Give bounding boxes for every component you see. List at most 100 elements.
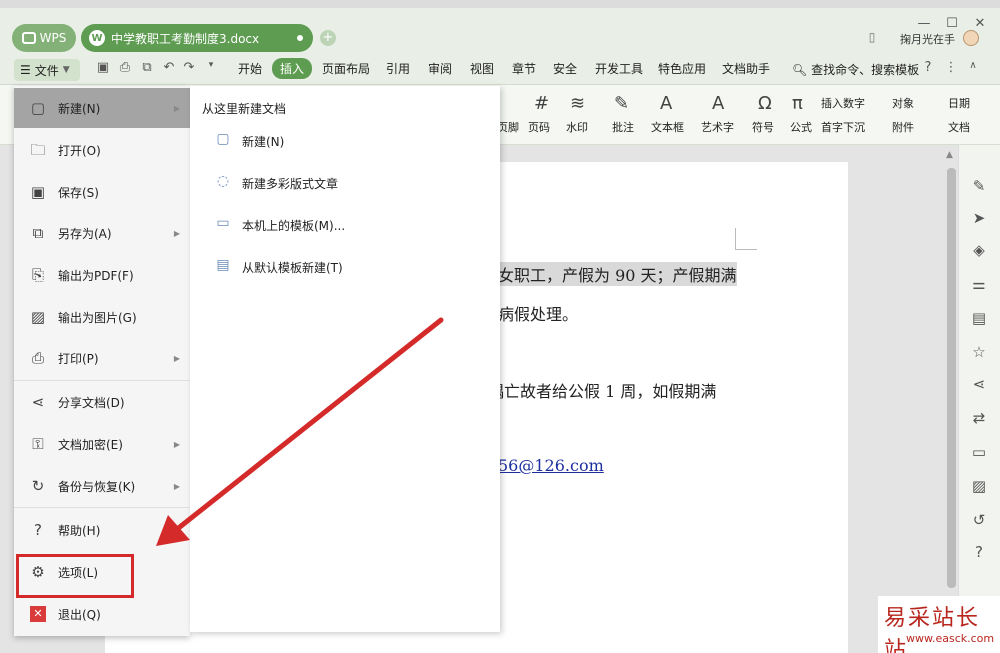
archive-icon[interactable]: ▭ <box>969 443 989 463</box>
document-tab[interactable]: W 中学教职工考勤制度3.docx <box>81 24 313 52</box>
attachment-button[interactable]: 附件 <box>892 119 914 135</box>
doc-text-line[interactable]: 偶亡故者给公假 1 周，如假期满 <box>488 378 716 402</box>
tab-references[interactable]: 引用 <box>386 60 410 77</box>
email-link[interactable]: 56@126.com <box>498 456 604 475</box>
tab-developer[interactable]: 开发工具 <box>595 60 643 77</box>
share-side-icon[interactable]: ⋖ <box>969 375 989 395</box>
unsaved-dot-icon[interactable] <box>297 35 303 41</box>
print-quick-icon[interactable]: ⎙ <box>116 60 134 78</box>
select-cursor-icon[interactable]: ➤ <box>969 209 989 229</box>
share-icon: ⋖ <box>31 393 45 411</box>
image-icon: ▨ <box>30 308 46 326</box>
star-icon[interactable]: ☆ <box>969 343 989 363</box>
file-menu-button[interactable]: ☰ 文件 ▼ <box>14 59 80 81</box>
menu-item-encrypt[interactable]: ⚿ 文档加密(E) ▶ <box>14 424 190 464</box>
submenu-item-local-templates[interactable]: ▭ 本机上的模板(M)... <box>214 210 345 240</box>
menu-item-label: 另存为(A) <box>58 226 112 241</box>
menu-item-share[interactable]: ⋖ 分享文档(D) <box>14 382 190 422</box>
symbol-icon: Ω <box>758 93 772 114</box>
print-preview-icon[interactable]: ⧉ <box>138 60 156 78</box>
comment-button[interactable]: 批注 <box>612 119 634 135</box>
tab-features[interactable]: 特色应用 <box>658 60 706 77</box>
menu-item-label: 保存(S) <box>58 185 99 200</box>
tab-home[interactable]: 开始 <box>238 60 262 77</box>
gallery-icon[interactable]: ▤ <box>969 309 989 329</box>
menu-item-export-image[interactable]: ▨ 输出为图片(G) <box>14 297 190 337</box>
footer-button[interactable]: 页脚 <box>497 119 519 135</box>
help-side-icon[interactable]: ? <box>969 543 989 563</box>
menu-item-export-pdf[interactable]: ⎘ 输出为PDF(F) <box>14 255 190 295</box>
more-icon[interactable]: ⋮ <box>942 60 960 78</box>
insert-number-button[interactable]: 插入数字 <box>821 95 865 111</box>
tab-insert[interactable]: 插入 <box>272 58 313 79</box>
date-button[interactable]: 日期 <box>948 95 970 111</box>
collapse-ribbon-icon[interactable]: ∧ <box>964 60 982 78</box>
background-window-strip <box>0 0 1000 8</box>
watermark-icon: ≋ <box>570 93 586 114</box>
formula-button[interactable]: 公式 <box>790 119 812 135</box>
page-number-button[interactable]: 页码 <box>528 119 550 135</box>
menu-divider <box>14 380 190 381</box>
object-button[interactable]: 对象 <box>892 95 914 111</box>
adjust-sliders-icon[interactable]: ⚌ <box>969 275 989 295</box>
picture-icon[interactable]: ▨ <box>969 477 989 497</box>
scrollbar-thumb[interactable] <box>947 168 956 588</box>
doc-text-line[interactable]: 女职工，产假为 90 天；产假期满 <box>498 262 737 286</box>
tab-page-layout[interactable]: 页面布局 <box>322 60 370 77</box>
vertical-scrollbar[interactable]: ▲ <box>944 150 958 653</box>
add-tab-button[interactable]: + <box>320 30 336 46</box>
tab-chapter[interactable]: 章节 <box>512 60 536 77</box>
wps-logo-icon <box>21 32 36 44</box>
tab-review[interactable]: 审阅 <box>428 60 452 77</box>
wps-home-tab[interactable]: WPS <box>12 24 76 52</box>
margin-corner-mark <box>735 228 757 250</box>
symbol-button[interactable]: 符号 <box>752 119 774 135</box>
tab-security[interactable]: 安全 <box>553 60 577 77</box>
menu-item-new[interactable]: ▢ 新建(N) ▶ <box>14 88 190 128</box>
user-name[interactable]: 掬月光在手 <box>900 31 955 47</box>
blank-document-icon: ▢ <box>216 131 230 147</box>
help-icon[interactable]: ? <box>919 60 937 78</box>
monitor-template-icon: ▭ <box>216 215 230 231</box>
wordart-button[interactable]: 艺术字 <box>701 119 734 135</box>
menu-item-backup[interactable]: ↻ 备份与恢复(K) ▶ <box>14 466 190 506</box>
undo-icon[interactable]: ↶ <box>160 60 178 78</box>
wordart-icon: A <box>712 93 725 114</box>
site-watermark: 易采站长站 www.easck.com <box>878 596 1000 653</box>
document-part-button[interactable]: 文档 <box>948 119 970 135</box>
submenu-item-new-article[interactable]: ◌ 新建多彩版式文章 <box>214 168 338 198</box>
command-search[interactable]: 🔍︎ 查找命令、搜索模板 <box>792 61 919 78</box>
menu-item-save-as[interactable]: ⧉ 另存为(A) ▶ <box>14 213 190 253</box>
menu-item-save[interactable]: ▣ 保存(S) <box>14 172 190 212</box>
submenu-item-new[interactable]: ▢ 新建(N) <box>214 126 284 156</box>
style-brush-icon[interactable]: ✎ <box>969 177 989 197</box>
menu-item-label: 文档加密(E) <box>58 437 123 452</box>
print-icon: ⎙ <box>31 349 44 367</box>
menu-item-help[interactable]: ? 帮助(H) ▶ <box>14 510 190 550</box>
tablet-mode-icon[interactable]: ▯ <box>864 30 880 46</box>
new-icon: ▢ <box>30 99 46 117</box>
textbox-button[interactable]: 文本框 <box>651 119 684 135</box>
customize-quick-access-icon[interactable]: ▾ <box>202 60 220 78</box>
drop-cap-button[interactable]: 首字下沉 <box>821 119 865 135</box>
save-quick-icon[interactable]: ▣ <box>94 60 112 78</box>
command-search-label: 查找命令、搜索模板 <box>811 63 920 77</box>
scroll-up-icon[interactable]: ▲ <box>946 150 953 160</box>
colorful-article-icon: ◌ <box>216 173 230 189</box>
tab-view[interactable]: 视图 <box>470 60 494 77</box>
translate-icon[interactable]: ⇄ <box>969 409 989 429</box>
menu-item-print[interactable]: ⎙ 打印(P) ▶ <box>14 338 190 378</box>
menu-item-exit[interactable]: ✕ 退出(Q) <box>14 594 190 634</box>
menu-item-open[interactable]: 🗀 打开(O) <box>14 130 190 170</box>
menu-item-label: 分享文档(D) <box>58 395 125 410</box>
history-icon[interactable]: ↺ <box>969 511 989 531</box>
watermark-button[interactable]: 水印 <box>566 119 588 135</box>
tab-doc-assistant[interactable]: 文档助手 <box>722 60 770 77</box>
avatar[interactable] <box>963 30 979 46</box>
doc-text-line[interactable]: 病假处理。 <box>498 301 578 325</box>
hamburger-icon: ☰ <box>20 63 31 77</box>
shapes-icon[interactable]: ◈ <box>969 241 989 261</box>
menu-item-label: 打开(O) <box>58 143 101 158</box>
submenu-item-default-template[interactable]: ▤ 从默认模板新建(T) <box>214 252 342 282</box>
redo-icon[interactable]: ↷ <box>180 60 198 78</box>
